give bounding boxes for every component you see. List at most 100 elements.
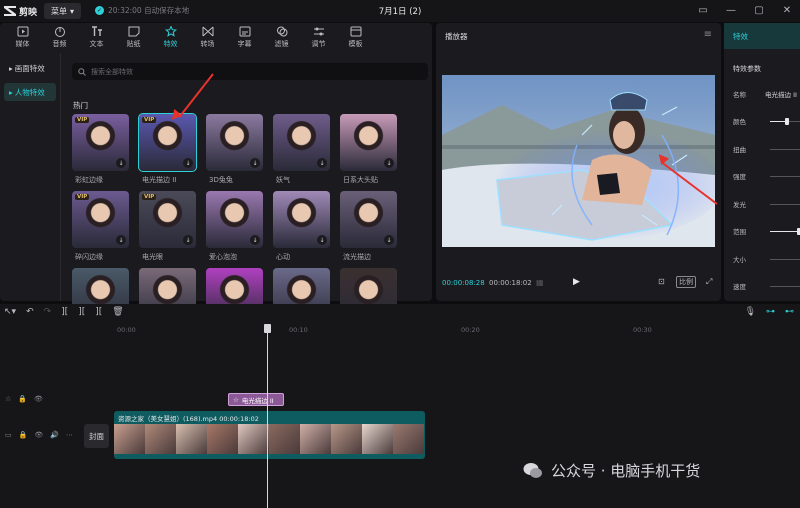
search-icon — [78, 67, 86, 76]
split-left-icon[interactable]: ][ — [78, 307, 85, 317]
effect-card[interactable]: ↓ — [206, 191, 263, 248]
vip-badge: VIP — [142, 194, 157, 200]
tab-template[interactable]: 模板 — [337, 23, 374, 51]
eye-icon[interactable]: 👁 — [34, 431, 43, 439]
effect-card[interactable]: ↓ — [273, 191, 330, 248]
param-slider[interactable] — [770, 204, 800, 205]
cover-button[interactable]: 封面 — [84, 424, 109, 448]
effect-label: 爱心泡泡 — [209, 253, 237, 261]
effect-card[interactable]: ↓ — [273, 114, 330, 171]
param-slider[interactable] — [770, 176, 800, 177]
filter-icon — [276, 26, 287, 36]
close-icon[interactable]: ✕ — [780, 3, 794, 17]
video-frame-thumbnail — [269, 424, 300, 454]
tab-audio[interactable]: 音频 — [41, 23, 78, 51]
download-icon[interactable]: ↓ — [250, 235, 260, 245]
effect-card[interactable]: VIP ↓ — [138, 113, 197, 172]
video-clip[interactable]: 资源之家（美女慧姐）(168).mp4 00:00:18:02 — [114, 411, 425, 459]
effect-label: 心动 — [276, 253, 290, 261]
watermark: 公众号 · 电脑手机干货 — [523, 460, 700, 481]
timeline-ruler[interactable]: 00:00 00:10 00:20 00:30 — [115, 326, 800, 338]
param-slider[interactable] — [770, 228, 800, 235]
effect-clip-label: 电光描边 II — [241, 396, 274, 405]
video-frame-thumbnail — [145, 424, 176, 454]
effect-card[interactable]: ↓ — [340, 191, 397, 248]
download-icon[interactable]: ↓ — [116, 235, 126, 245]
video-preview[interactable] — [442, 75, 715, 247]
slider-knob[interactable] — [785, 118, 789, 125]
download-icon[interactable]: ↓ — [384, 235, 394, 245]
download-icon[interactable]: ↓ — [183, 158, 193, 168]
effect-card[interactable]: ↓ — [206, 114, 263, 171]
audio-icon — [54, 26, 65, 37]
effect-params-title: 特效参数 — [733, 65, 761, 73]
player-title: 播放器 — [445, 32, 468, 41]
layout-icon[interactable]: ▭ — [696, 3, 710, 17]
microphone-icon[interactable]: 🎙 — [745, 307, 756, 317]
effect-card[interactable]: VIP ↓ — [72, 191, 129, 248]
effect-label: 3D兔兔 — [209, 176, 233, 184]
effects-icon — [164, 25, 177, 37]
tab-adjust[interactable]: 调节 — [300, 23, 337, 51]
play-button[interactable]: ▶ — [573, 277, 580, 287]
playhead[interactable] — [267, 326, 268, 508]
download-icon[interactable]: ↓ — [250, 158, 260, 168]
lock-icon[interactable]: 🔒 — [19, 431, 28, 439]
fullscreen-icon[interactable]: ⤢ — [706, 277, 712, 287]
subnav-item-person-effects[interactable]: ▸ 人物特效 — [4, 83, 56, 101]
effect-label: 碎闪边缘 — [75, 253, 103, 261]
tab-effects[interactable]: 特效 — [152, 23, 189, 51]
tab-sticker[interactable]: 贴纸 — [115, 23, 152, 51]
download-icon[interactable]: ↓ — [183, 235, 193, 245]
effect-label: 电光眼 — [142, 253, 163, 261]
hamburger-icon[interactable]: ≡ — [704, 29, 712, 40]
subnav-item-scene-effects[interactable]: ▸ 画面特效 — [4, 59, 56, 77]
ratio-button[interactable]: 比例 — [676, 276, 696, 288]
link-toggle-icon[interactable]: ⊶ — [766, 307, 775, 317]
maximize-icon[interactable]: ▢ — [752, 3, 766, 17]
delete-icon[interactable]: 🗑 — [112, 307, 123, 317]
wechat-icon — [523, 462, 542, 478]
minimize-icon[interactable]: — — [724, 3, 738, 17]
more-icon[interactable]: ⋯ — [66, 431, 73, 439]
tab-filter[interactable]: 滤镜 — [263, 23, 300, 51]
grid-icon[interactable]: ▦ — [536, 278, 544, 287]
video-track-controls: ▭ 🔒 👁 🔊 ⋯ — [5, 431, 73, 439]
download-icon[interactable]: ↓ — [116, 158, 126, 168]
effect-star-icon: ☆ — [233, 395, 239, 404]
tab-transition[interactable]: 转场 — [189, 23, 226, 51]
fit-icon[interactable]: ⊡ — [658, 277, 665, 286]
video-track-icon: ▭ — [5, 431, 12, 439]
effect-track-controls: ☆ 🔒 👁 — [5, 395, 43, 403]
effect-card[interactable]: VIP ↓ — [72, 114, 129, 171]
volume-icon[interactable]: 🔊 — [50, 431, 59, 439]
snap-toggle-icon[interactable]: ⊷ — [785, 307, 794, 317]
download-icon[interactable]: ↓ — [317, 235, 327, 245]
param-slider[interactable] — [770, 118, 800, 125]
undo-icon[interactable]: ↶ — [26, 307, 34, 317]
materials-toolbar: 媒体 音频 文本 贴纸 特效 转场 字幕 滤镜 调节 模板 — [0, 23, 432, 51]
tab-caption[interactable]: 字幕 — [226, 23, 263, 51]
param-slider[interactable] — [770, 286, 800, 287]
search-input[interactable]: 搜索全部特效 — [72, 63, 428, 80]
split-icon[interactable]: ][ — [61, 307, 68, 317]
effect-card[interactable]: ↓ — [340, 114, 397, 171]
tab-text[interactable]: 文本 — [78, 23, 115, 51]
param-label: 扭曲 — [733, 146, 746, 154]
eye-icon[interactable]: 👁 — [34, 395, 43, 403]
redo-icon[interactable]: ↷ — [44, 307, 52, 317]
param-slider[interactable] — [770, 149, 800, 150]
tab-effect-properties[interactable]: 特效 — [724, 23, 800, 49]
effect-card[interactable]: VIP ↓ — [139, 191, 196, 248]
download-icon[interactable]: ↓ — [384, 158, 394, 168]
param-slider[interactable] — [770, 259, 800, 260]
ruler-tick-label: 00:00 — [117, 326, 136, 334]
download-icon[interactable]: ↓ — [317, 158, 327, 168]
tab-media[interactable]: 媒体 — [4, 23, 41, 51]
lock-icon[interactable]: 🔒 — [18, 395, 27, 403]
split-right-icon[interactable]: ][ — [95, 307, 102, 317]
effect-clip[interactable]: ☆ 电光描边 II — [228, 393, 284, 406]
playhead-handle[interactable] — [264, 324, 271, 333]
select-cursor-icon[interactable]: ↖▾ — [4, 307, 16, 317]
section-title-hot: 热门 — [73, 101, 88, 110]
